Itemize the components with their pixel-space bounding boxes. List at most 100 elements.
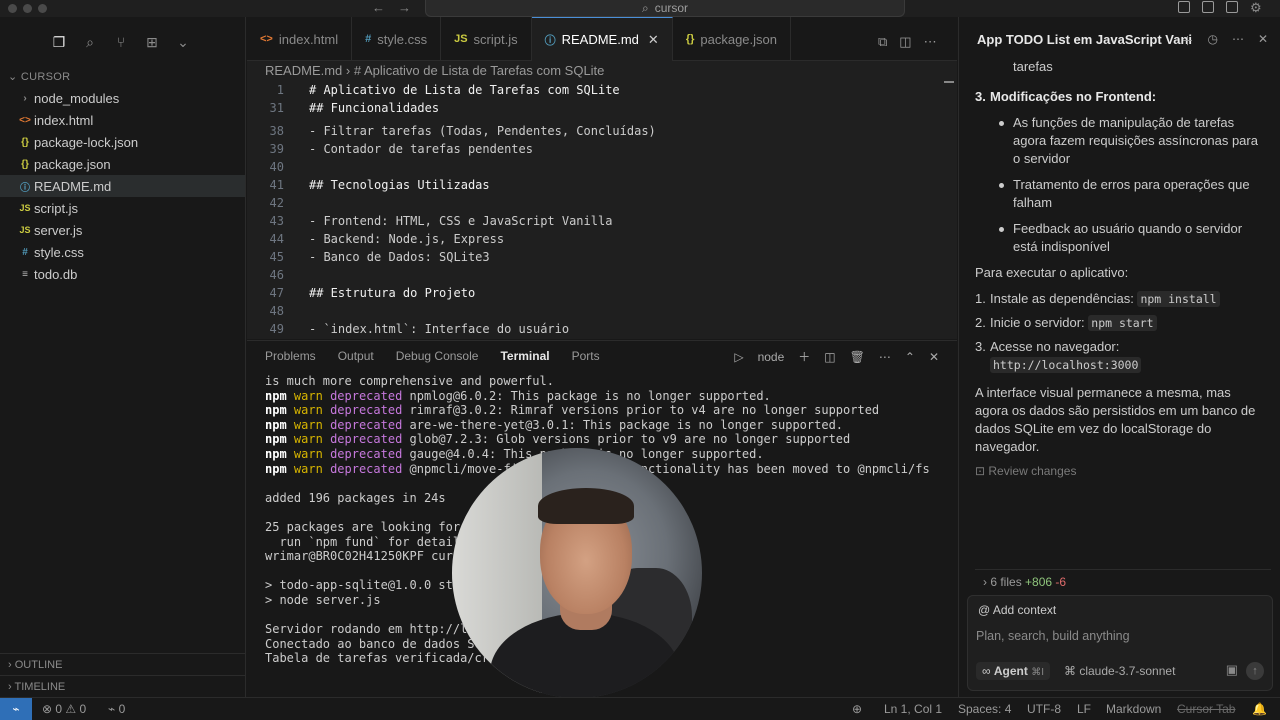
code-line[interactable]: 43 - Frontend: HTML, CSS e JavaScript Van… bbox=[247, 212, 947, 230]
code-line[interactable]: 46 bbox=[247, 266, 947, 284]
panel-tab-debug-console[interactable]: Debug Console bbox=[396, 349, 479, 363]
problems-indicator[interactable]: ⊗ 0 ⚠ 0 bbox=[42, 698, 86, 720]
back-arrow-icon[interactable]: ← bbox=[372, 0, 385, 15]
history-icon[interactable]: ◷ bbox=[1207, 32, 1217, 49]
split-editor-icon[interactable]: ◫ bbox=[899, 34, 911, 50]
command-center-search[interactable]: ⌕ cursor bbox=[425, 0, 905, 17]
minimize-window-button[interactable] bbox=[23, 4, 32, 13]
new-chat-icon[interactable]: ＋ bbox=[1181, 32, 1193, 49]
file-item[interactable]: ≡ todo.db bbox=[0, 263, 245, 285]
json-file-icon: {} bbox=[21, 158, 29, 170]
chat-title[interactable]: App TODO List em JavaScript Vani bbox=[977, 32, 1192, 47]
add-context-button[interactable]: @ Add context bbox=[978, 603, 1056, 617]
tab-readme-md[interactable]: ⓘ README.md ✕ bbox=[531, 17, 673, 61]
file-item[interactable]: {} package.json bbox=[0, 153, 245, 175]
language-mode[interactable]: Markdown bbox=[1106, 698, 1161, 720]
agent-mode-selector[interactable]: ∞ Agent ⌘I bbox=[976, 662, 1051, 680]
panel-tab-problems[interactable]: Problems bbox=[265, 349, 316, 363]
source-control-icon[interactable]: ⑂ bbox=[112, 33, 130, 51]
tab-index-html[interactable]: <> index.html bbox=[247, 17, 353, 61]
toggle-sidebar-icon[interactable] bbox=[1178, 1, 1190, 13]
cursor-tab-toggle[interactable]: Cursor Tab bbox=[1177, 698, 1235, 720]
code-line[interactable]: 31 ## Funcionalidades bbox=[247, 99, 947, 117]
code-line[interactable]: 49 - `index.html`: Interface do usuário bbox=[247, 320, 947, 338]
cursor-position[interactable]: Ln 1, Col 1 bbox=[884, 698, 942, 720]
breadcrumb-file[interactable]: README.md bbox=[265, 63, 342, 78]
code-editor[interactable]: 1 # Aplicativo de Lista de Tarefas com SQ… bbox=[247, 81, 957, 339]
more-actions-icon[interactable]: ⋯ bbox=[879, 350, 891, 364]
inline-code[interactable]: npm start bbox=[1088, 315, 1157, 331]
notifications-bell-icon[interactable]: 🔔 bbox=[1252, 698, 1267, 720]
toggle-panel-icon[interactable] bbox=[1202, 1, 1214, 13]
file-item[interactable]: # style.css bbox=[0, 241, 245, 263]
file-item[interactable]: JS script.js bbox=[0, 197, 245, 219]
explorer-root-folder[interactable]: ⌄ CURSOR bbox=[0, 67, 245, 87]
extensions-icon[interactable]: ⊞ bbox=[143, 33, 161, 51]
maximize-panel-icon[interactable]: ⌃ bbox=[905, 350, 915, 364]
code-line[interactable]: 47 ## Estrutura do Projeto bbox=[247, 284, 947, 302]
zoom-icon[interactable]: ⊕ bbox=[852, 698, 862, 720]
code-line[interactable]: 1 # Aplicativo de Lista de Tarefas com SQ… bbox=[247, 81, 947, 99]
code-line[interactable]: 45 - Banco de Dados: SQLite3 bbox=[247, 248, 947, 266]
inline-code[interactable]: npm install bbox=[1137, 291, 1220, 307]
code-line[interactable]: 42 bbox=[247, 194, 947, 212]
end-of-line[interactable]: LF bbox=[1077, 698, 1091, 720]
file-item[interactable]: ⓘ README.md bbox=[0, 175, 245, 197]
code-line[interactable]: 44 - Backend: Node.js, Express bbox=[247, 230, 947, 248]
code-line[interactable]: 40 bbox=[247, 158, 947, 176]
file-item[interactable]: <> index.html bbox=[0, 109, 245, 131]
breadcrumb-section[interactable]: # Aplicativo de Lista de Tarefas com SQL… bbox=[354, 63, 605, 78]
code-line[interactable]: 38 - Filtrar tarefas (Todas, Pendentes, C… bbox=[247, 122, 947, 140]
more-actions-icon[interactable]: ⋯ bbox=[1232, 32, 1244, 49]
chat-input-placeholder[interactable]: Plan, search, build anything bbox=[976, 629, 1130, 643]
send-button[interactable]: ↑ bbox=[1246, 662, 1264, 680]
file-item[interactable]: JS server.js bbox=[0, 219, 245, 241]
split-terminal-icon[interactable]: ◫ bbox=[824, 350, 835, 364]
panel-tab-terminal[interactable]: Terminal bbox=[500, 349, 549, 363]
close-panel-icon[interactable]: ✕ bbox=[929, 350, 939, 364]
changed-files-summary[interactable]: › 6 files +806 -6 bbox=[975, 569, 1271, 593]
indentation[interactable]: Spaces: 4 bbox=[958, 698, 1011, 720]
outline-section[interactable]: › OUTLINE bbox=[0, 653, 245, 675]
panel-tab-ports[interactable]: Ports bbox=[572, 349, 600, 363]
tab-script-js[interactable]: JS script.js bbox=[441, 17, 532, 61]
panel-tab-output[interactable]: Output bbox=[338, 349, 374, 363]
trash-icon[interactable]: 🗑 bbox=[850, 350, 865, 364]
file-item[interactable]: {} package-lock.json bbox=[0, 131, 245, 153]
tab-style-css[interactable]: # style.css bbox=[352, 17, 442, 61]
new-terminal-icon[interactable]: ＋ bbox=[798, 348, 810, 365]
inline-code[interactable]: http://localhost:3000 bbox=[990, 357, 1142, 373]
remote-indicator-icon[interactable]: ⌁ bbox=[0, 698, 32, 720]
ports-indicator[interactable]: ⌁ 0 bbox=[108, 698, 125, 720]
more-actions-icon[interactable]: ⋯ bbox=[924, 34, 937, 50]
tab-package-json[interactable]: {} package.json bbox=[673, 17, 791, 61]
close-icon[interactable]: ✕ bbox=[1258, 32, 1268, 49]
settings-gear-icon[interactable]: ⚙ bbox=[1250, 0, 1262, 15]
zoom-window-button[interactable] bbox=[38, 4, 47, 13]
toggle-secondary-sidebar-icon[interactable] bbox=[1226, 1, 1238, 13]
line-number: 43 bbox=[269, 214, 284, 228]
encoding[interactable]: UTF-8 bbox=[1027, 698, 1061, 720]
image-upload-icon[interactable]: ▣ bbox=[1226, 662, 1238, 678]
terminal-shell-label[interactable]: node bbox=[758, 350, 785, 364]
line-number: 31 bbox=[269, 101, 284, 115]
line-text: - Filtrar tarefas (Todas, Pendentes, Con… bbox=[309, 124, 656, 138]
code-line[interactable]: 41 ## Tecnologias Utilizadas bbox=[247, 176, 947, 194]
chat-input-box[interactable]: @ Add context Plan, search, build anythi… bbox=[967, 595, 1273, 691]
search-icon[interactable]: ⌕ bbox=[81, 33, 99, 51]
file-item[interactable]: › node_modules bbox=[0, 87, 245, 109]
timeline-section[interactable]: › TIMELINE bbox=[0, 675, 245, 697]
forward-arrow-icon[interactable]: → bbox=[398, 0, 411, 15]
close-window-button[interactable] bbox=[8, 4, 17, 13]
terminal-shell-icon[interactable]: ▷ bbox=[734, 350, 743, 364]
file-label: package.json bbox=[34, 156, 111, 172]
open-preview-icon[interactable]: ⧉ bbox=[878, 34, 887, 50]
breadcrumb: README.md › # Aplicativo de Lista de Tar… bbox=[247, 61, 957, 81]
code-line[interactable]: 39 - Contador de tarefas pendentes bbox=[247, 140, 947, 158]
code-line[interactable]: 48 bbox=[247, 302, 947, 320]
model-selector[interactable]: ⌘ claude-3.7-sonnet bbox=[1064, 664, 1175, 678]
explorer-files-icon[interactable]: ❐ bbox=[50, 33, 68, 51]
review-changes-button[interactable]: ⊡ Review changes bbox=[975, 464, 1076, 478]
close-tab-icon[interactable]: ✕ bbox=[648, 32, 659, 48]
chevron-down-icon[interactable]: ⌄ bbox=[174, 33, 192, 51]
